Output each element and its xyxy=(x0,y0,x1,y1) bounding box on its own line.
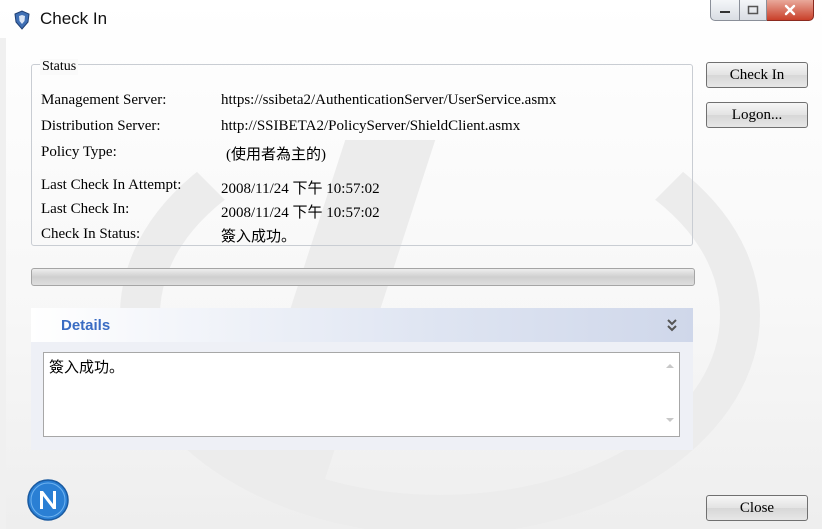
management-server-label: Management Server: xyxy=(41,92,167,108)
distribution-server-label: Distribution Server: xyxy=(41,118,161,134)
last-check-in-value: 2008/11/24 下午 10:57:02 xyxy=(221,205,380,221)
last-check-in-attempt-value: 2008/11/24 下午 10:57:02 xyxy=(221,181,380,197)
policy-type-label: Policy Type: xyxy=(41,144,117,160)
n-logo-icon xyxy=(27,479,69,521)
close-window-button[interactable] xyxy=(767,0,814,21)
last-check-in-label: Last Check In: xyxy=(41,201,130,217)
details-scrollbar[interactable] xyxy=(662,353,679,436)
maximize-button[interactable] xyxy=(740,0,767,21)
close-icon xyxy=(784,4,796,16)
window-border xyxy=(0,38,6,529)
distribution-server-value: http://SSIBETA2/PolicyServer/ShieldClien… xyxy=(221,118,521,134)
management-server-value: https://ssibeta2/AuthenticationServer/Us… xyxy=(221,92,557,108)
scroll-down-arrow-icon[interactable] xyxy=(665,415,675,425)
details-title: Details xyxy=(61,317,111,334)
check-in-window: Check In Status Management Server: https… xyxy=(0,0,822,529)
minimize-icon xyxy=(720,11,730,13)
check-in-status-value: 簽入成功。 xyxy=(221,229,297,245)
window-controls xyxy=(710,0,814,24)
window-title: Check In xyxy=(40,9,108,28)
last-check-in-attempt-label: Last Check In Attempt: xyxy=(41,177,182,193)
close-button[interactable]: Close xyxy=(706,495,808,521)
details-text: 簽入成功。 xyxy=(49,360,125,376)
minimize-button[interactable] xyxy=(710,0,740,21)
maximize-icon xyxy=(747,5,759,15)
logon-button[interactable]: Logon... xyxy=(706,102,808,128)
shield-app-icon xyxy=(14,10,30,30)
status-group-title: Status xyxy=(40,59,79,75)
details-textbox[interactable]: 簽入成功。 xyxy=(43,352,680,437)
check-in-button[interactable]: Check In xyxy=(706,62,808,88)
title-bar: Check In xyxy=(0,0,822,38)
details-header[interactable]: Details xyxy=(31,308,693,342)
double-chevron-down-icon[interactable] xyxy=(665,317,679,333)
check-in-status-label: Check In Status: xyxy=(41,226,141,242)
check-in-progress-bar xyxy=(31,268,695,286)
scroll-up-arrow-icon[interactable] xyxy=(665,361,675,371)
policy-type-value: (使用者為主的) xyxy=(226,147,326,163)
